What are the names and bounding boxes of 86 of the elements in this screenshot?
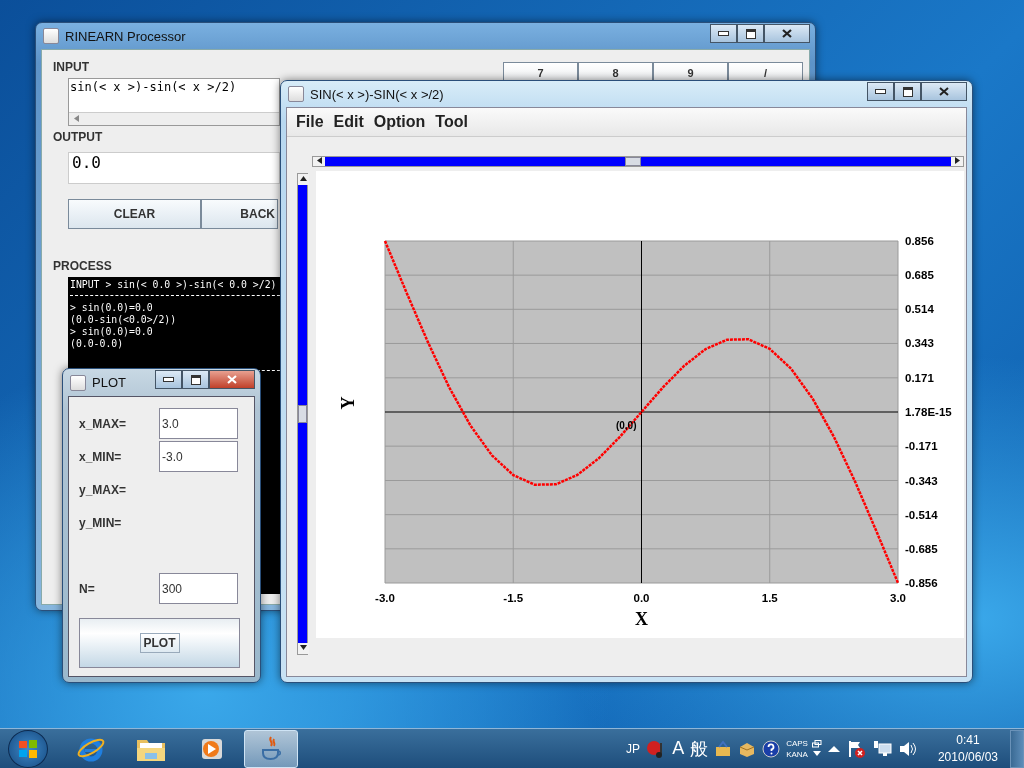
action-button[interactable]: BACK [201,199,278,229]
y-tick-label: -0.685 [905,542,938,555]
date-text: 2010/06/03 [937,748,998,766]
minimize-button[interactable] [710,24,737,43]
scroll-down-icon[interactable] [300,645,307,650]
menu-item[interactable]: Edit [328,113,369,131]
y-tick-label: 0.171 [905,371,934,384]
maximize-button[interactable] [894,82,921,101]
y-tick-label: -0.856 [905,577,938,589]
close-button[interactable] [764,24,810,43]
close-button[interactable] [209,370,255,389]
scrollbar-thumb[interactable] [625,157,641,166]
y-axis-label: Y [338,396,358,410]
horizontal-scrollbar[interactable] [312,156,964,167]
field-label: x_MIN= [79,449,123,464]
x-axis-label: X [635,609,648,629]
minimize-button[interactable] [867,82,894,101]
minimize-button[interactable] [155,370,182,389]
field-label: N= [79,581,96,596]
input-field[interactable]: 300 [159,573,238,604]
keypad-button[interactable]: / [728,62,803,80]
close-button[interactable] [921,82,967,101]
window-title: PLOT [92,375,127,390]
x-tick-label: 3.0 [890,592,906,604]
taskbar-app[interactable] [244,729,298,768]
y-tick-label: -0.171 [905,440,938,453]
scroll-left-icon[interactable] [316,157,322,164]
menu-item[interactable]: Option [368,113,431,131]
show-hidden-icons-button[interactable] [827,743,840,754]
process-label: PROCESS [53,259,113,273]
start-button[interactable] [8,729,48,768]
window-title: RINEARN Processor [65,28,187,44]
input-label: INPUT [53,60,90,74]
console-line: > sin(0.0)=0.0 [70,302,154,314]
field-label: y_MAX= [79,482,128,497]
console-line: (0.0-sin(<0.0>/2)) [70,314,178,326]
clock[interactable]: 0:41 2010/06/03 [937,731,998,766]
conversion-mode-indicator[interactable]: 般 [690,736,709,761]
menu-item[interactable]: File [291,113,329,131]
input-field[interactable]: 3.0 [159,408,238,439]
close-icon [939,87,949,96]
y-tick-label: 1.78E-15 [905,406,952,418]
close-icon [782,29,792,38]
input-field[interactable]: -3.0 [159,441,238,472]
menu-item[interactable]: Tool [430,113,473,131]
console-line: > sin(0.0)=0.0 [70,326,154,338]
keypad-button[interactable]: 8 [578,62,653,80]
y-tick-label: 0.856 [905,235,934,247]
y-tick-label: 0.685 [905,269,934,282]
caps-indicator: CAPS [786,737,808,749]
keypad-button[interactable]: 7 [503,62,578,80]
help-icon[interactable] [762,739,781,758]
keypad-button[interactable]: 9 [653,62,728,80]
maximize-button[interactable] [182,370,209,389]
close-icon [227,375,237,384]
vertical-scrollbar[interactable] [297,173,308,655]
x-tick-label: 1.5 [761,592,778,604]
field-label: y_MIN= [79,515,123,530]
output-field: 0.0 [68,152,280,184]
time-text: 0:41 [956,731,980,749]
y-tick-label: -0.514 [905,508,938,521]
plot-button[interactable]: PLOT [79,618,240,668]
scroll-right-icon[interactable] [954,157,960,164]
y-tick-label: 0.343 [905,337,934,350]
scroll-up-icon[interactable] [300,176,307,181]
restore-icon[interactable] [811,740,822,748]
input-mode-indicator[interactable]: A [672,738,685,759]
console-line: (0.0-0.0) [70,338,125,350]
y-tick-label: 0.514 [905,303,934,316]
window-title: SIN(< x >)-SIN(< x >/2) [310,86,445,102]
x-tick-label: -3.0 [375,592,395,604]
caret-icon[interactable] [812,751,821,757]
field-label: x_MAX= [79,416,128,431]
console-line: INPUT > sin(< 0.0 >)-sin(< 0.0 >/2) [70,279,278,291]
output-label: OUTPUT [53,130,104,144]
language-indicator[interactable]: JP [626,741,641,756]
scrollbar-thumb[interactable] [298,405,307,423]
maximize-button[interactable] [737,24,764,43]
x-tick-label: 0.0 [633,592,650,604]
network-icon[interactable] [871,738,892,759]
kana-indicator: KANA [786,748,808,760]
x-tick-label: -1.5 [503,592,524,604]
y-tick-label: -0.343 [905,474,938,487]
toolbox-icon[interactable] [714,739,733,758]
action-button[interactable]: CLEAR [68,199,201,229]
input-field[interactable]: sin(< x >)-sin(< x >/2) [68,78,280,126]
